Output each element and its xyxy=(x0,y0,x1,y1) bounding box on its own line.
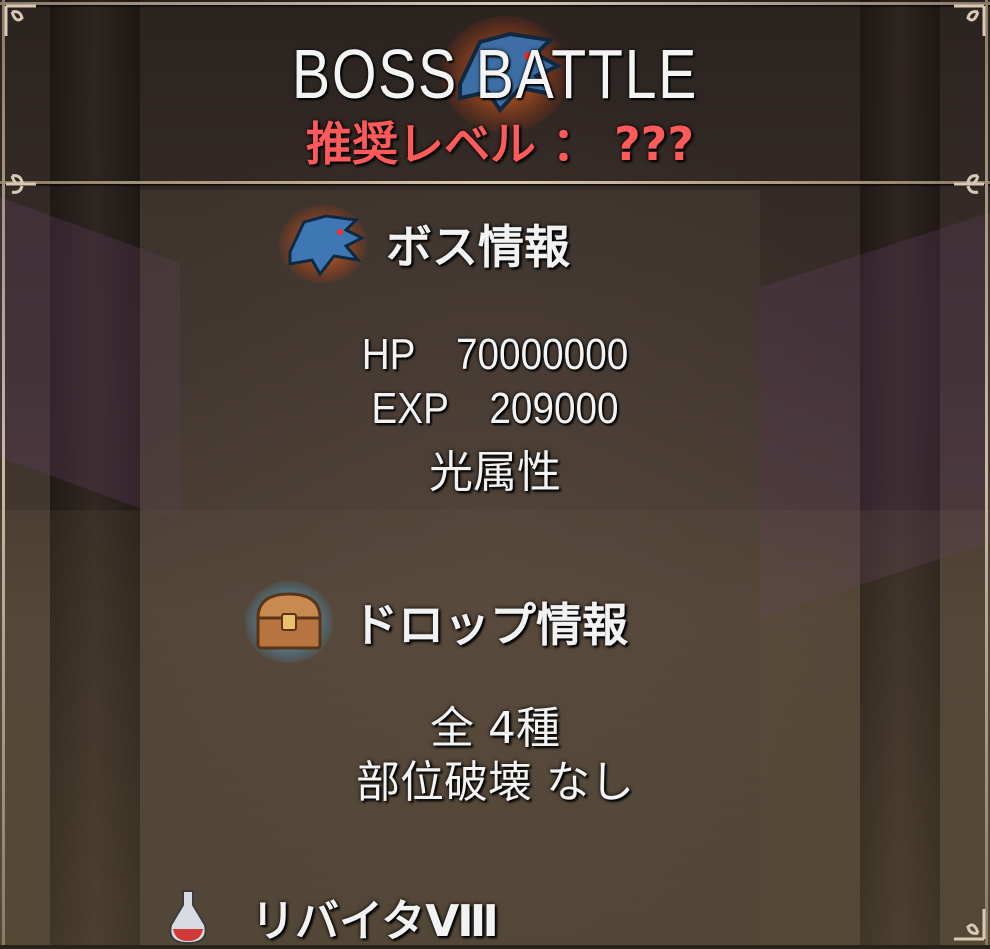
info-panel-backdrop xyxy=(140,190,760,945)
boss-battle-header: BOSS BATTLE 推奨レベル ： ??? xyxy=(0,0,990,182)
boss-info-heading: ボス情報 xyxy=(278,204,570,284)
boss-battle-title: BOSS BATTLE xyxy=(291,35,699,113)
boss-exp-row: EXP 209000 xyxy=(59,384,930,434)
drop-item-name: リバイタⅧ xyxy=(251,896,499,947)
hp-value: 70000000 xyxy=(455,330,629,379)
drop-item-row[interactable]: リバイタⅧ xyxy=(165,885,499,949)
boss-hp-row: HP 70000000 xyxy=(59,330,930,380)
boss-shark-icon xyxy=(279,205,367,283)
treasure-chest-icon xyxy=(245,581,333,663)
recommended-level: 推奨レベル ： ??? xyxy=(305,117,695,171)
drop-info-label: ドロップ情報 xyxy=(352,598,628,652)
potion-icon xyxy=(169,890,207,945)
part-break-status: 部位破壊 なし xyxy=(356,757,634,808)
exp-value: 209000 xyxy=(489,384,619,433)
exp-label: EXP xyxy=(371,384,449,433)
boss-info-label: ボス情報 xyxy=(386,220,570,274)
corner-ornament-icon xyxy=(954,909,986,941)
hp-label: HP xyxy=(361,330,416,379)
boss-element: 光属性 xyxy=(429,447,561,498)
drop-info-heading: ドロップ情報 xyxy=(244,580,628,664)
